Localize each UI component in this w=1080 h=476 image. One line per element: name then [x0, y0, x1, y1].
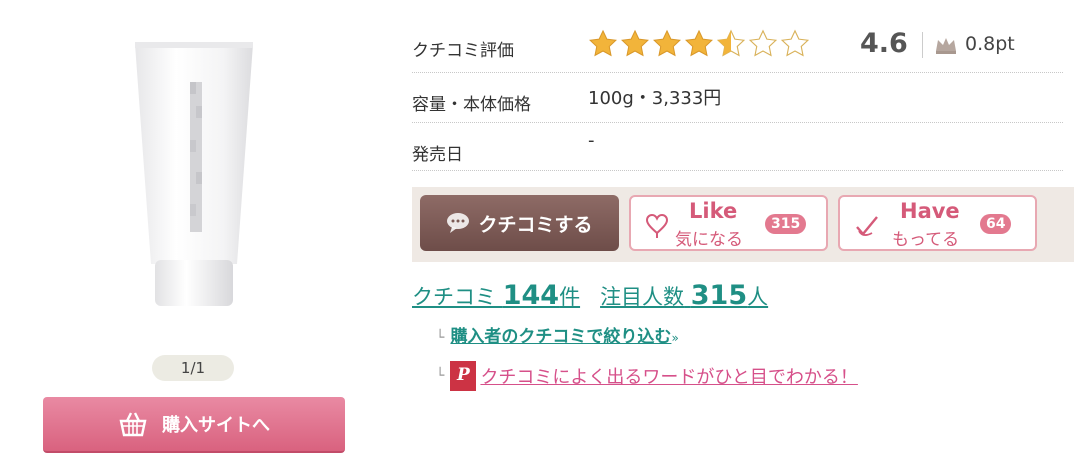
rating-label: クチコミ評価 [412, 41, 514, 61]
image-pager: 1/1 [152, 355, 234, 381]
rating-row: クチコミ評価 4.6 0.8pt [412, 22, 1063, 73]
filter-purchasers-link[interactable]: 購入者のクチコミで絞り込む [450, 327, 671, 347]
product-image[interactable] [133, 42, 255, 310]
release-row: 発売日 - [412, 122, 1063, 171]
star-icon-filled [685, 29, 713, 57]
tree-connector-icon: └ [436, 330, 445, 346]
capacity-value: 100g・3,333円 [588, 88, 722, 109]
word-cloud-link-row: └ P クチコミによく出るワードがひと目でわかる！ [436, 361, 858, 391]
star-icon-filled [589, 29, 617, 57]
buy-site-button[interactable]: 購入サイトへ [43, 397, 345, 453]
attention-label: 注目人数 [600, 285, 685, 309]
write-review-label: クチコミする [478, 213, 593, 236]
have-button[interactable]: Have もってる 64 [838, 195, 1037, 251]
action-bar: クチコミする Like 気になる 315 Have もってる 64 [412, 187, 1074, 262]
review-stats: クチコミ 144件 注目人数 315人 [412, 280, 768, 311]
like-button[interactable]: Like 気になる 315 [629, 195, 828, 251]
capacity-row: 容量・本体価格 100g・3,333円 [412, 72, 1063, 123]
release-label: 発売日 [412, 145, 463, 165]
shopping-basket-icon [119, 412, 147, 437]
like-count-badge: 315 [765, 214, 807, 234]
star-icon-filled [653, 29, 681, 57]
star-icon-empty [748, 29, 778, 57]
review-count-unit: 件 [559, 285, 581, 309]
buy-site-label: 購入サイトへ [162, 415, 270, 436]
have-title: Have [900, 199, 960, 223]
crown-icon [936, 38, 956, 54]
heart-icon [645, 213, 669, 238]
capacity-label: 容量・本体価格 [412, 95, 531, 115]
tree-connector-icon: └ [436, 368, 445, 384]
attention-count: 315 [690, 280, 748, 311]
like-subtitle: 気になる [675, 230, 743, 250]
star-rating [588, 29, 810, 59]
have-count-badge: 64 [980, 214, 1012, 234]
rating-value: 4.6 [860, 28, 908, 59]
attention-unit: 人 [747, 285, 769, 309]
release-value: - [588, 130, 595, 151]
star-icon-filled [621, 29, 649, 57]
points-value: 0.8pt [965, 33, 1015, 55]
attention-count-link[interactable]: 注目人数 315人 [600, 280, 769, 311]
p-logo-icon: P [450, 361, 477, 391]
check-hand-icon [856, 216, 878, 236]
star-icon-empty [780, 29, 810, 57]
star-icon-half [716, 29, 746, 57]
rating-divider [922, 32, 923, 58]
review-count: 144 [502, 280, 560, 311]
review-count-link[interactable]: クチコミ 144件 [412, 280, 581, 311]
frequent-words-link[interactable]: クチコミによく出るワードがひと目でわかる！ [480, 363, 857, 389]
speech-bubble-icon [447, 213, 470, 233]
have-subtitle: もってる [892, 230, 960, 250]
double-arrow-icon: » [671, 331, 679, 345]
write-review-button[interactable]: クチコミする [420, 195, 619, 251]
review-count-label: クチコミ [412, 285, 496, 309]
like-title: Like [689, 199, 738, 223]
filter-link-row: └ 購入者のクチコミで絞り込む» [436, 322, 679, 347]
